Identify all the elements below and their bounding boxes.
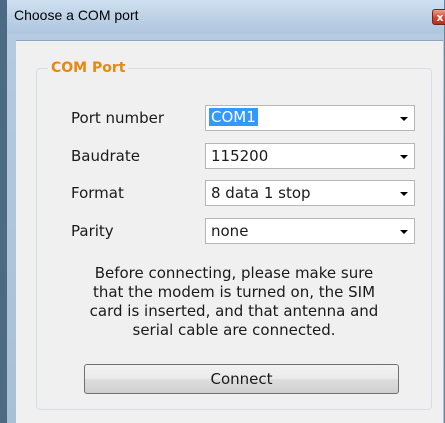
format-label: Format [71, 184, 124, 202]
window-title: Choose a COM port [14, 7, 139, 23]
port-number-dropdown[interactable]: COM1 [205, 105, 415, 131]
parity-value: none [211, 222, 249, 240]
group-title: COM Port [48, 59, 129, 77]
baudrate-dropdown[interactable]: 115200 [205, 143, 415, 169]
parity-label: Parity [71, 222, 114, 240]
title-bar[interactable]: Choose a COM port x [7, 0, 445, 34]
baudrate-label: Baudrate [71, 147, 140, 165]
port-number-value: COM1 [209, 108, 258, 126]
chevron-down-icon [400, 192, 408, 196]
notice-line: serial cable are connected. [132, 321, 336, 339]
port-number-label: Port number [71, 109, 165, 127]
notice-line: Before connecting, please make sure [94, 264, 374, 282]
connection-notice: Before connecting, please make sure that… [58, 264, 410, 340]
chevron-down-icon [400, 155, 408, 159]
format-dropdown[interactable]: 8 data 1 stop [205, 180, 415, 206]
notice-line: card is inserted, and that antenna and [89, 302, 379, 320]
chevron-down-icon [400, 230, 408, 234]
dialog-client-area: COM Port Port number COM1 Baudrate 11520… [16, 40, 443, 423]
notice-line: that the modem is turned on, the SIM [92, 283, 376, 301]
close-button[interactable]: x [432, 9, 445, 25]
baudrate-value: 115200 [211, 147, 269, 165]
close-icon: x [436, 11, 444, 24]
chevron-down-icon [400, 117, 408, 121]
connect-button[interactable]: Connect [84, 364, 399, 394]
format-value: 8 data 1 stop [211, 184, 311, 202]
parity-dropdown[interactable]: none [205, 218, 415, 244]
dialog-window: Choose a COM port x COM Port Port number… [0, 0, 445, 423]
